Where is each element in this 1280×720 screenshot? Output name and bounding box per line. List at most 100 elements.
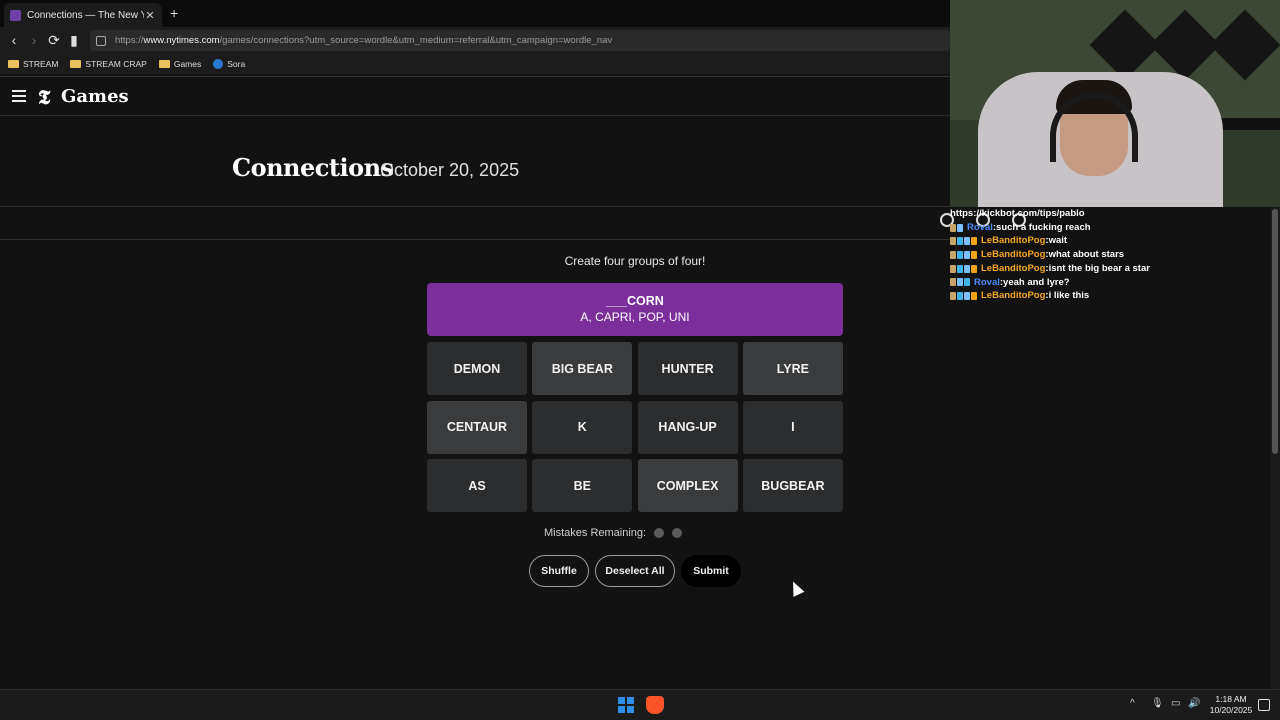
site-info-icon[interactable] [96, 35, 106, 46]
submit-button[interactable]: Submit [681, 555, 741, 587]
clock-date: 10/20/2025 [1209, 705, 1253, 715]
chevron-up-icon[interactable]: ^ [1130, 698, 1135, 709]
address-bar[interactable]: https:// www.nytimes.com /games/connecti… [90, 30, 950, 51]
folder-icon [70, 60, 82, 68]
instructions: Create four groups of four! [564, 254, 706, 268]
word-tile[interactable]: HUNTER [637, 342, 738, 395]
url-domain: www.nytimes.com [143, 35, 220, 46]
chat-username: LeBanditoPog [981, 235, 1046, 247]
hamburger-menu-icon[interactable] [12, 90, 26, 102]
badge-icon [957, 292, 963, 301]
browser-tab[interactable]: Connections — The New York Ti ✕ [4, 3, 162, 27]
chat-text: such a fucking reach [996, 221, 1091, 233]
bookmarks-bar: STREAM STREAM CRAP Games Sora [0, 54, 950, 74]
word-tile[interactable]: LYRE [742, 342, 843, 395]
chat-message: LeBanditoPog : wait [950, 234, 1270, 248]
deselect-all-button[interactable]: Deselect All [595, 555, 675, 587]
network-icon[interactable]: ▭ [1171, 698, 1180, 709]
tab-title: Connections — The New York Ti [27, 9, 144, 21]
badge-icon [971, 250, 977, 259]
word-tile[interactable]: BUGBEAR [742, 459, 843, 512]
back-icon[interactable]: ‹ [6, 32, 22, 48]
games-logo[interactable]: Games [61, 86, 129, 107]
word-tile[interactable]: DEMON [427, 342, 527, 395]
bookmark-label: STREAM [23, 59, 59, 69]
badge-icon [957, 250, 963, 259]
bookmark-label: Games [173, 59, 202, 69]
page-title: Connections [232, 153, 394, 182]
word-tile[interactable]: K [532, 400, 633, 454]
word-tile[interactable]: BIG BEAR [532, 342, 633, 395]
user-badges [950, 278, 971, 287]
word-tile[interactable]: AS [427, 459, 527, 512]
mistakes-remaining: Mistakes Remaining: [544, 527, 683, 539]
reload-icon[interactable]: ⟳ [46, 32, 62, 49]
forward-icon[interactable]: › [26, 32, 42, 48]
bookmark-sora[interactable]: Sora [213, 59, 245, 69]
solved-group-members: A, CAPRI, POP, UNI [580, 310, 690, 324]
badge-icon [971, 264, 977, 273]
brave-browser-icon[interactable] [646, 696, 664, 714]
word-tile[interactable]: I [742, 400, 843, 454]
microphone-icon[interactable]: 🎙 [1151, 698, 1164, 709]
scrollbar-thumb[interactable] [1272, 209, 1278, 454]
word-tile[interactable]: BE [532, 459, 633, 512]
chat-message: LeBanditoPog : i like this [950, 289, 1270, 303]
url-prefix: https:// [115, 35, 144, 46]
user-badges [950, 250, 978, 259]
chat-text: isnt the big bear a star [1048, 262, 1150, 274]
badge-icon [957, 223, 963, 232]
taskbar: ^ 🎙 ▭ 🔊 1:18 AM 10/20/2025 [0, 689, 1280, 720]
windows-start-icon[interactable] [618, 697, 634, 713]
chat-message: LeBanditoPog : what about stars [950, 248, 1270, 262]
url-path: /games/connections?utm_source=wordle&utm… [219, 35, 613, 46]
system-clock[interactable]: 1:18 AM 10/20/2025 [1208, 694, 1254, 716]
chat-message: LeBanditoPog : isnt the big bear a star [950, 262, 1270, 276]
word-grid: DEMON BIG BEAR HUNTER LYRE CENTAUR K HAN… [427, 342, 843, 512]
close-icon[interactable]: ✕ [144, 9, 156, 22]
divider [0, 239, 950, 240]
chat-text: i like this [1048, 290, 1090, 302]
word-tile[interactable]: HANG-UP [637, 400, 738, 454]
chat-text: what about stars [1048, 249, 1125, 261]
notification-icon[interactable] [1258, 699, 1270, 711]
shuffle-button[interactable]: Shuffle [529, 555, 589, 587]
game-title-area: Connections October 20, 2025 [0, 117, 950, 207]
mistake-dots [646, 528, 683, 538]
bookmark-icon[interactable]: ▮ [66, 32, 82, 49]
volume-icon[interactable]: 🔊 [1188, 698, 1200, 709]
bookmark-label: Sora [227, 59, 246, 69]
bookmark-stream-crap[interactable]: STREAM CRAP [70, 59, 147, 69]
nyt-logo-icon[interactable]: 𝕿 [38, 85, 50, 109]
chat-username: LeBanditoPog [981, 290, 1046, 302]
page-scrollbar[interactable] [1270, 207, 1280, 689]
badge-icon [964, 237, 970, 246]
badge-icon [971, 292, 977, 301]
chat-message: Roval : such a fucking reach [950, 221, 1270, 235]
bookmark-games[interactable]: Games [158, 59, 202, 69]
solved-group-title: ___CORN [606, 294, 664, 308]
chat-message: Roval : yeah and lyre? [950, 276, 1270, 290]
word-tile[interactable]: COMPLEX [637, 459, 738, 512]
bookmark-label: STREAM CRAP [85, 59, 147, 69]
tip-link: https://kickbot.com/tips/pablo [950, 208, 1085, 219]
word-tile[interactable]: CENTAUR [427, 400, 527, 454]
mistake-dot [654, 528, 665, 538]
mouse-cursor-icon [787, 579, 805, 597]
chat-username: Roval [974, 276, 1000, 288]
bookmark-stream[interactable]: STREAM [8, 59, 58, 69]
new-tab-button[interactable]: + [170, 5, 178, 21]
solved-group-purple: ___CORN A, CAPRI, POP, UNI [427, 283, 843, 336]
badge-icon [950, 264, 956, 273]
badge-icon [950, 278, 956, 287]
connections-favicon-icon [10, 9, 21, 21]
site-header: 𝕿 Games [0, 76, 950, 116]
badge-icon [964, 278, 970, 287]
screen: Connections — The New York Ti ✕ + ‹ › ⟳ … [0, 0, 1280, 720]
badge-icon [971, 237, 977, 246]
sora-icon [213, 59, 224, 69]
browser-tab-bar: Connections — The New York Ti ✕ + [0, 0, 950, 27]
badge-icon [964, 264, 970, 273]
badge-icon [950, 223, 956, 232]
browser-nav-bar: ‹ › ⟳ ▮ https:// www.nytimes.com /games/… [0, 27, 950, 54]
